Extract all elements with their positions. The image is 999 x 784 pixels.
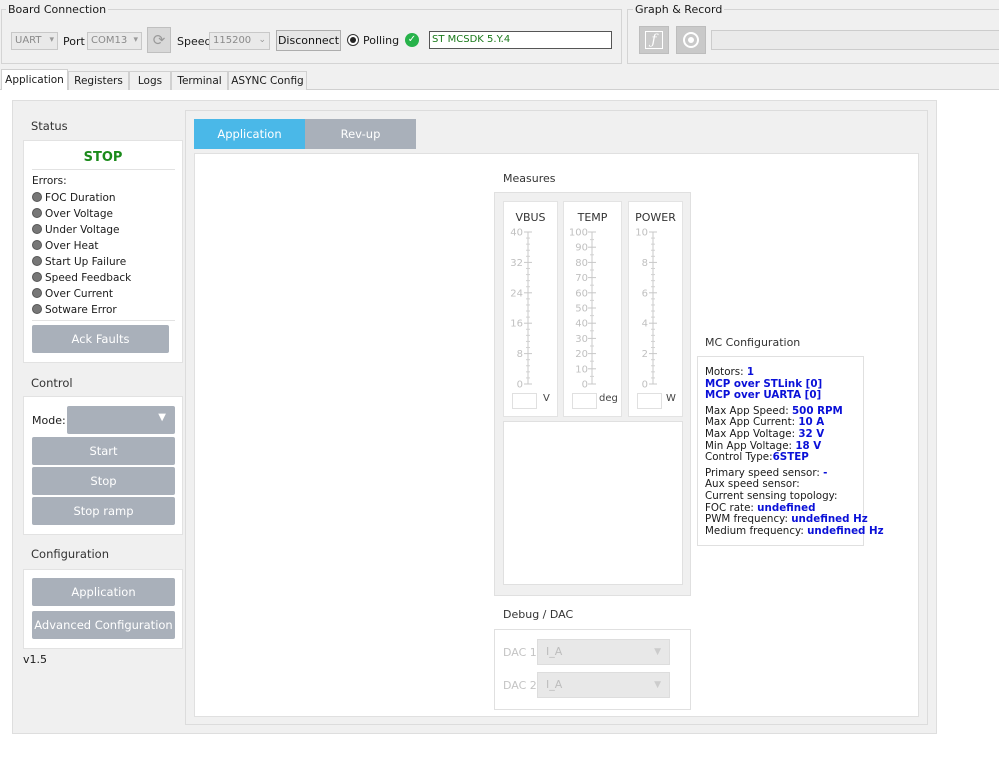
gauge-tick-label: 90 <box>575 243 588 254</box>
gauge-tick-label: 4 <box>642 319 648 330</box>
gauge-tick-label: 10 <box>575 364 588 375</box>
gauge-tick-label: 60 <box>575 288 588 299</box>
gauge-tick-label: 70 <box>575 273 588 284</box>
power-unit: W <box>666 393 676 404</box>
gauge-tick-label: 16 <box>510 319 523 330</box>
power-value-box <box>637 393 662 409</box>
gauge-tick-label: 30 <box>575 334 588 345</box>
measures-plot-area <box>503 421 683 585</box>
mc-mcp-uarta: MCP over UARTA [0] <box>705 389 822 402</box>
chevron-down-icon: ▼ <box>654 647 661 657</box>
gauge-tick-label: 0 <box>582 380 588 391</box>
gauge-tick-label: 40 <box>575 319 588 330</box>
gauge-tick-label: 8 <box>642 258 648 269</box>
gauge-tick-label: 100 <box>569 228 588 239</box>
dac2-select[interactable]: I_A ▼ <box>537 672 670 698</box>
gauge-tick-label: 6 <box>642 288 648 299</box>
chevron-down-icon: ▼ <box>654 680 661 690</box>
gauge-tick-label: 0 <box>642 380 648 391</box>
temp-value-box <box>572 393 597 409</box>
debug-dac-title: Debug / DAC <box>503 608 574 621</box>
gauge-tick-label: 32 <box>510 258 523 269</box>
dac1-label: DAC 1 <box>503 646 537 659</box>
gauge-tick-label: 8 <box>517 349 523 360</box>
dac1-select[interactable]: I_A ▼ <box>537 639 670 665</box>
temp-unit: deg <box>599 393 618 404</box>
vbus-value-box <box>512 393 537 409</box>
gauge-tick-label: 40 <box>510 228 523 239</box>
mc-configuration-title: MC Configuration <box>705 336 801 349</box>
dac2-label: DAC 2 <box>503 679 537 692</box>
vbus-unit: V <box>543 393 550 404</box>
mc-medium-frequency: Medium frequency: undefined Hz <box>705 524 884 537</box>
dac1-value: I_A <box>546 645 563 658</box>
dac2-value: I_A <box>546 678 563 691</box>
gauge-tick-label: 0 <box>517 380 523 391</box>
gauge-tick-label: 50 <box>575 304 588 315</box>
gauge-tick-label: 24 <box>510 288 523 299</box>
mc-configuration-card: Motors: 1 MCP over STLink [0] MCP over U… <box>697 356 884 546</box>
gauge-tick-label: 20 <box>575 349 588 360</box>
mc-motors: Motors: 1 <box>705 366 755 378</box>
gauge-tick-label: 2 <box>642 349 648 360</box>
gauge-tick-label: 10 <box>635 228 648 239</box>
mc-control-type: Control Type:6STEP <box>705 451 809 464</box>
gauge-tick-label: 80 <box>575 258 588 269</box>
